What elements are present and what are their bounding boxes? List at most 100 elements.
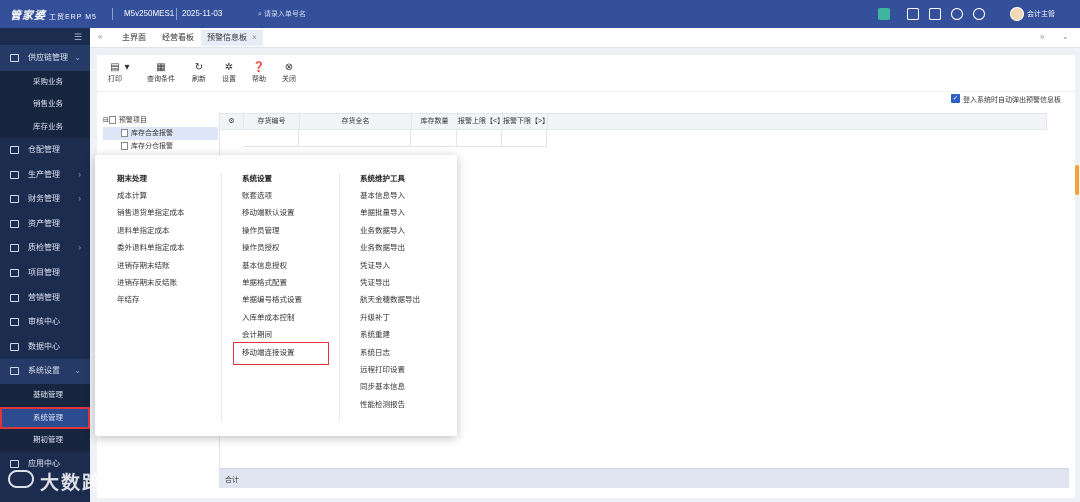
column-title: 系统维护工具 [360,174,405,183]
grid-cell[interactable] [299,130,411,147]
sidebar-item-assets[interactable]: 资产管理 [0,212,90,237]
assets-icon [10,219,19,228]
sidebar-item-supply-chain[interactable]: 供应链管理 ⌄ [0,46,90,71]
sidebar-item-marketing[interactable]: 营销管理 [0,286,90,311]
tree-item[interactable]: 库存分仓报警 [103,140,218,153]
menu-item[interactable]: 进销存期末反结账 [117,277,227,294]
sidebar-sub-purchase[interactable]: 采购业务 [0,70,90,94]
menu-item[interactable]: 委外退料单指定成本 [117,242,227,259]
grid-cell[interactable] [457,130,502,147]
menu-item[interactable]: 业务数据导出 [360,242,470,259]
menu-item[interactable]: 凭证导出 [360,277,470,294]
user-name[interactable]: 会计主管 [1027,9,1055,19]
menu-item[interactable]: 系统重建 [360,329,470,346]
gear-icon: ✲ [224,62,234,73]
tree-item[interactable]: 库存合金报警 [103,127,218,140]
sidebar-sub-inventory[interactable]: 库存业务 [0,115,90,139]
menu-item[interactable]: 账套选项 [242,190,352,207]
grid-cell[interactable] [411,130,457,147]
menu-item[interactable]: 单据编号格式设置 [242,294,352,311]
menu-item[interactable]: 航天金穗数据导出 [360,294,470,311]
bank-icon[interactable] [907,8,919,20]
sidebar-item-audit[interactable]: 审核中心 [0,310,90,335]
menu-item[interactable]: 成本计算 [117,190,227,207]
menu-item[interactable]: 退料单指定成本 [117,225,227,242]
sidebar-item-quality[interactable]: 质检管理 › [0,236,90,261]
sidebar-item-project[interactable]: 项目管理 [0,261,90,286]
grid-cell[interactable] [243,130,299,147]
menu-item[interactable]: 单据格式配置 [242,277,352,294]
column-header[interactable]: 库存数量 [412,114,458,129]
help-icon[interactable] [973,8,985,20]
gear-icon [10,367,19,376]
sidebar-item-warehouse[interactable]: 仓配管理 [0,138,90,163]
tab-home[interactable]: 主界面 [122,32,146,43]
file-icon [121,129,128,138]
divider [339,173,340,421]
bell-icon[interactable] [951,8,963,20]
grid-cell[interactable] [502,130,547,147]
divider [221,173,222,421]
sidebar-item-finance[interactable]: 财务管理 › [0,187,90,212]
tabs-back-icon[interactable]: « [98,32,102,41]
menu-item[interactable]: 操作员授权 [242,242,352,259]
refresh-button[interactable]: ↻ 刷新 [186,62,212,84]
column-header[interactable]: 存货全名 [300,114,412,129]
menu-item[interactable]: 系统日志 [360,347,470,364]
menu-item[interactable]: 升级补丁 [360,312,470,329]
sidebar-item-system-settings[interactable]: 系统设置 ⌄ [0,359,90,385]
menu-item[interactable]: 基本信息导入 [360,190,470,207]
column-header[interactable]: 报警下限【>】 [503,114,549,129]
sidebar-item-data-center[interactable]: 数据中心 [0,335,90,360]
sidebar-sub-opening-management[interactable]: 期初管理 [0,429,90,452]
tree-root[interactable]: ⊟ 预警项目 [103,114,218,127]
close-icon[interactable]: × [252,33,257,42]
message-icon[interactable] [929,8,941,20]
menu-item[interactable]: 单据批量导入 [360,207,470,224]
menu-item[interactable]: 年结存 [117,294,227,311]
menu-item[interactable]: 业务数据导入 [360,225,470,242]
query-conditions-button[interactable]: ▦ 查询条件 [145,62,177,84]
print-dropdown-icon[interactable]: ▾ [121,62,133,74]
menu-item[interactable]: 进销存期末结账 [117,260,227,277]
column-header[interactable]: 报警上限【<】 [458,114,504,129]
auto-popup-checkbox[interactable]: ✓ [951,94,960,103]
maintenance-tools-column: 系统维护工具 基本信息导入 单据批量导入 业务数据导入 业务数据导出 凭证导入 … [360,173,470,416]
app-badge-icon[interactable] [878,8,890,20]
system-settings-column: 系统设置 账套选项 移动端默认设置 操作员管理 操作员授权 基本信息授权 单据格… [242,173,352,364]
menu-item[interactable]: 移动端默认设置 [242,207,352,224]
watermark-text: 大数跨境 [40,473,125,494]
column-settings-icon[interactable]: ⚙ [220,114,244,129]
divider [176,8,177,20]
global-search[interactable]: ⌕ 请录入单号名 [258,9,306,19]
sidebar-sub-system-management[interactable]: 系统管理 [0,406,90,430]
menu-item[interactable]: 入库单成本控制 [242,312,352,329]
menu-item[interactable]: 销售退货单指定成本 [117,207,227,224]
avatar[interactable] [1010,7,1024,21]
warehouse-icon [10,146,19,155]
tab-alert-board[interactable]: 预警信息板 × [201,30,263,46]
close-button[interactable]: ⊗ 关闭 [276,62,302,84]
scroll-indicator[interactable] [1075,165,1079,195]
tabs-menu-icon[interactable]: ⌄ [1062,32,1069,41]
refresh-icon: ↻ [194,62,204,73]
menu-item[interactable]: 基本信息授权 [242,260,352,277]
account-name: M5v250MES1 [124,9,175,18]
help-button[interactable]: ❓ 帮助 [246,62,272,84]
sidebar-sub-basic-management[interactable]: 基础管理 [0,384,90,407]
menu-item[interactable]: 凭证导入 [360,260,470,277]
menu-item[interactable]: 性能检测报告 [360,399,470,416]
menu-item[interactable]: 操作员管理 [242,225,352,242]
tab-dashboard[interactable]: 经营看板 [162,32,194,43]
sidebar-item-production[interactable]: 生产管理 › [0,163,90,188]
file-icon [121,142,128,151]
help-icon: ❓ [252,62,266,73]
column-header[interactable]: 存货编号 [244,114,300,129]
tabs-forward-icon[interactable]: » [1040,32,1044,41]
menu-collapse-icon[interactable]: ☰ [0,28,90,46]
sidebar-sub-sales[interactable]: 销售业务 [0,93,90,116]
menu-item[interactable]: 远程打印设置 [360,364,470,381]
menu-item[interactable]: 同步基本信息 [360,381,470,398]
settings-button[interactable]: ✲ 设置 [216,62,242,84]
supply-chain-icon [10,54,19,62]
